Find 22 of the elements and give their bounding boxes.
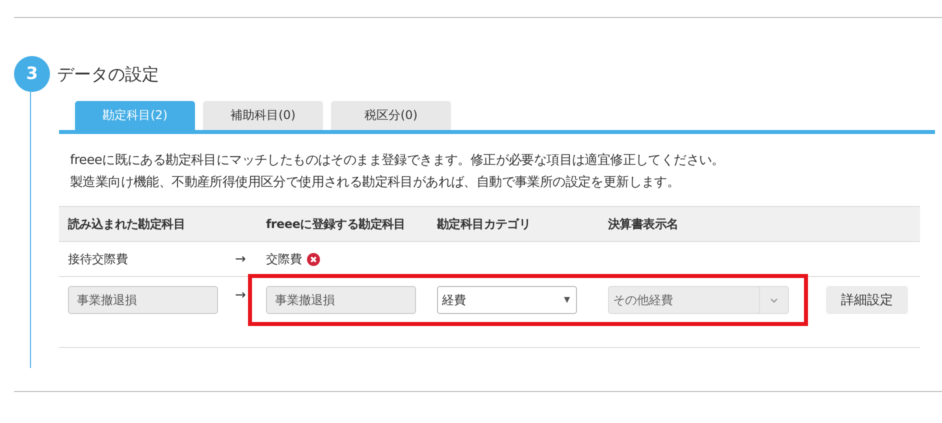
input-field[interactable]: 事業撤退損 [68,286,218,314]
description-text: freeeに既にある勘定科目にマッチしたものはそのまま登録できます。修正が必要な項目は適宜修正してください。 [70,152,726,170]
column-header: 読み込まれた勘定科目 [68,216,186,232]
table-cell: 交際費 [266,250,302,268]
column-header: 決算書表示名 [608,216,680,232]
input-field[interactable]: 事業撤退損 [266,286,416,314]
column-header: 勘定科目カテゴリ [437,216,532,232]
tab[interactable]: 税区分(0) [331,101,451,130]
arrow-icon: → [235,288,246,302]
table-cell: 接待交際費 [68,250,128,268]
detail-settings-button[interactable]: 詳細設定 [826,286,908,314]
description-text: 製造業向け機能、不動産所得使用区分で使用される勘定科目があれば、自動で事業所の設定を更新します。 [70,174,681,192]
dropdown-arrow-icon [564,297,570,303]
tab[interactable]: 補助科目(0) [203,101,323,130]
dropdown[interactable]: 経費 [437,286,577,314]
remove-icon[interactable] [307,252,320,266]
arrow-icon: → [235,252,246,266]
combo-value: その他経費 [612,292,674,308]
combo-box[interactable]: その他経費 [608,286,789,314]
step-badge: 3 [14,56,50,92]
column-header: freeeに登録する勘定科目 [266,216,406,232]
section-title: データの設定 [57,64,159,86]
